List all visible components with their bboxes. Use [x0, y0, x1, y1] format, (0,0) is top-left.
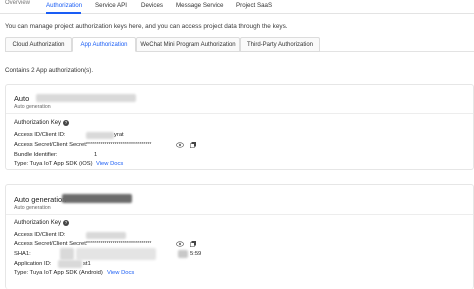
tab-app-authorization[interactable]: App Authorization [72, 37, 136, 52]
nav-project-saas[interactable]: Project SaaS [236, 2, 272, 9]
app-authorization-card: Auto Auto generation Authorization Key? … [5, 84, 474, 170]
nav-message-service[interactable]: Message Service [176, 2, 223, 9]
nav-devices[interactable]: Devices [141, 2, 163, 9]
help-circle-icon[interactable]: ? [63, 220, 70, 226]
nav-overview[interactable]: Overview [5, 0, 30, 6]
card-divider [6, 214, 473, 215]
help-circle-icon[interactable]: ? [63, 120, 70, 126]
tab-third-party-authorization[interactable]: Third-Party Authorization [240, 37, 320, 52]
card-title: Auto [14, 94, 30, 103]
copy-icon[interactable] [190, 241, 196, 247]
authorization-key-label: Authorization Key [14, 120, 62, 126]
redacted-title [36, 94, 136, 102]
access-secret-value: ******************************** [86, 241, 152, 247]
application-id-value: st1 [83, 261, 91, 267]
card-divider [6, 113, 473, 114]
access-id-label: Access ID/Client ID: [14, 232, 66, 238]
redacted-sha1 [60, 248, 74, 260]
authorization-key-heading: Authorization Key? [14, 120, 70, 126]
nav-active-indicator [46, 12, 81, 14]
authorization-key-heading: Authorization Key? [14, 220, 70, 226]
redacted-title [62, 194, 132, 203]
authorization-key-label: Authorization Key [14, 220, 62, 226]
redacted-access-id [86, 132, 114, 139]
redacted-access-id [86, 232, 126, 239]
view-docs-link[interactable]: View Docs [107, 270, 134, 276]
card-subtitle: Auto generation [14, 104, 51, 110]
type-label: Type: Tuya IoT App SDK (iOS) [14, 161, 93, 167]
access-secret-value: ******************************** [86, 142, 152, 148]
authorization-count: Contains 2 App authorization(s). [5, 67, 94, 74]
card-title: Auto generation [14, 195, 67, 204]
tab-cloud-authorization[interactable]: Cloud Authorization [5, 37, 72, 52]
bundle-identifier-label: Bundle Identifier: [14, 152, 58, 158]
nav-service-api[interactable]: Service API [95, 2, 127, 9]
page-description: You can manage project authorization key… [5, 23, 288, 30]
redacted-application-id [58, 260, 82, 268]
eye-icon[interactable] [176, 241, 184, 247]
access-id-label: Access ID/Client ID: [14, 132, 66, 138]
eye-icon[interactable] [176, 142, 184, 148]
nav-authorization[interactable]: Authorization [46, 2, 82, 9]
view-docs-link[interactable]: View Docs [96, 161, 123, 167]
application-id-label: Application ID: [14, 261, 52, 267]
card-subtitle: Auto generation [14, 205, 51, 211]
bundle-identifier-value: 1 [94, 152, 98, 158]
redacted-sha1 [178, 250, 188, 258]
sha1-value: 5:59 [190, 251, 202, 257]
access-secret-label: Access Secret/Client Secret: [14, 241, 88, 247]
type-label: Type: Tuya IoT App SDK (Android) [14, 270, 103, 276]
access-id-value: yrat [114, 132, 124, 138]
copy-icon[interactable] [190, 142, 196, 148]
sha1-label: SHA1: [14, 251, 31, 257]
access-secret-label: Access Secret/Client Secret: [14, 142, 88, 148]
app-authorization-card: Auto generation Auto generation Authoriz… [5, 184, 474, 289]
tab-wechat-mini-program-authorization[interactable]: WeChat Mini Program Authorization [136, 37, 240, 52]
top-nav: Overview Authorization Service API Devic… [0, 0, 474, 14]
redacted-sha1 [76, 248, 156, 260]
